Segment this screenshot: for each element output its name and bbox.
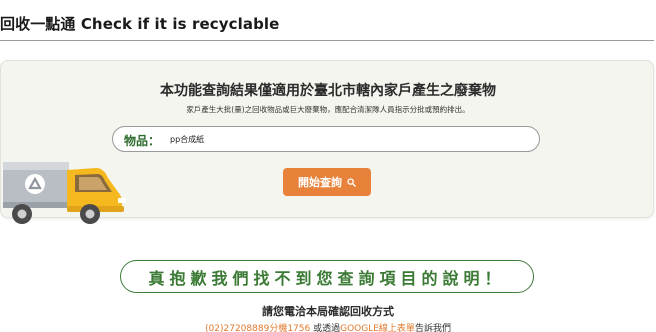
start-search-button[interactable]: 開始查詢 [283, 168, 371, 196]
start-search-label: 開始查詢 [298, 176, 342, 189]
recycling-truck-icon [3, 162, 126, 224]
phone-link[interactable]: (02)27208889分機1756 [205, 324, 310, 332]
no-result-text: 真抱歉我們找不到您查詢項目的說明！ [148, 268, 506, 288]
google-form-link[interactable]: GOOGLE線上表單 [340, 324, 415, 332]
contact-middle-text: 或透過 [310, 324, 341, 332]
item-search-input[interactable] [170, 130, 520, 148]
contact-end-text: 告訴我們 [414, 324, 451, 332]
page-title: 回收一點通 Check if it is recyclable [0, 15, 280, 33]
contact-line: (02)27208889分機1756 或透過GOOGLE線上表單告訴我們 [0, 321, 656, 332]
title-divider [0, 40, 654, 41]
item-field-label: 物品： [124, 134, 161, 148]
contact-heading: 請您電洽本局確認回收方式 [262, 305, 394, 318]
item-search-field[interactable]: 物品： [112, 126, 540, 152]
panel-heading: 本功能查詢結果僅適用於臺北市轄內家戶產生之廢棄物 [160, 83, 496, 99]
panel-note: 家戶產生大批(量)之回收物品或巨大廢棄物，應配合清潔隊人員指示分批或預約排出。 [186, 105, 470, 114]
page: 回收一點通 Check if it is recyclable 本功能查詢結果僅… [0, 0, 656, 332]
no-result-message: 真抱歉我們找不到您查詢項目的說明！ [120, 260, 534, 293]
search-icon [347, 177, 356, 187]
